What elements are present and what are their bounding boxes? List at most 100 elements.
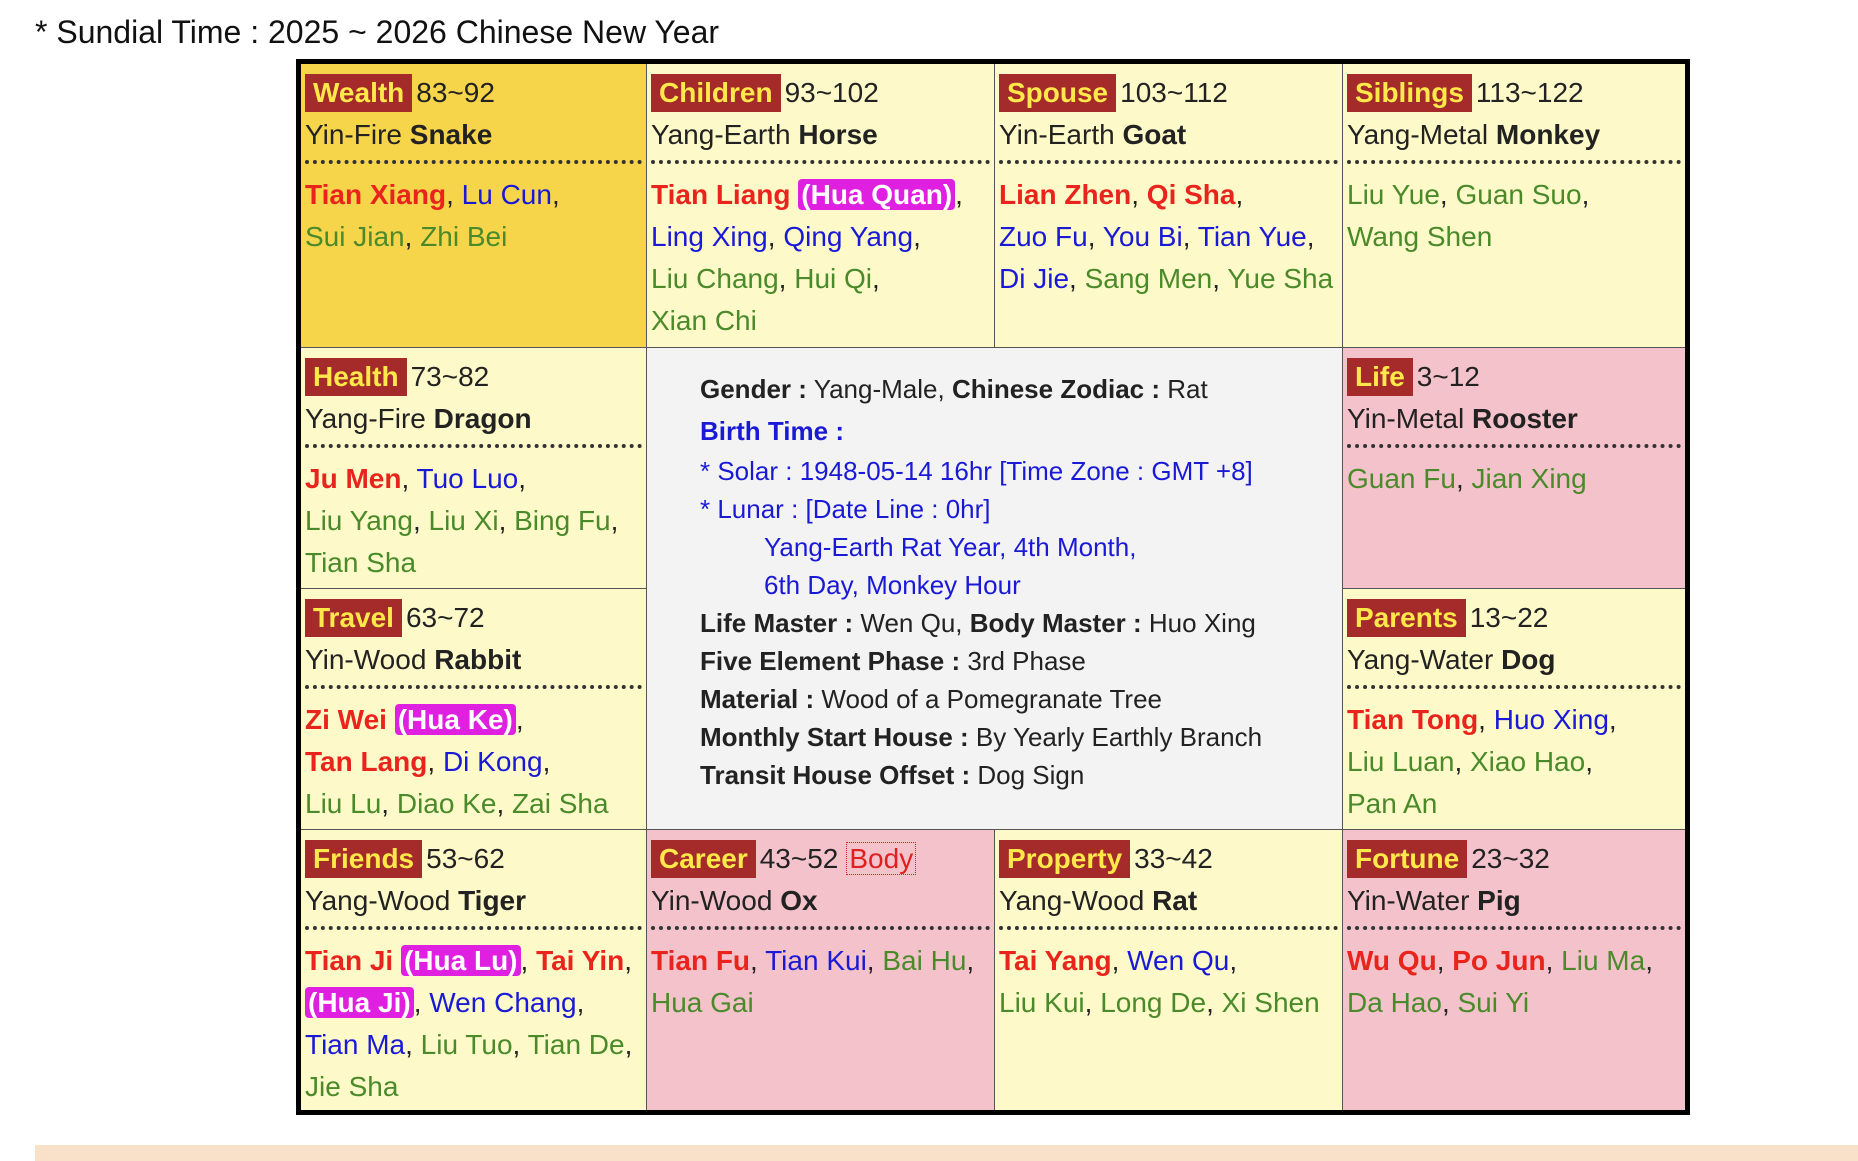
branch-animal: Tiger <box>458 885 527 916</box>
star-name: Wu Qu <box>1347 945 1437 976</box>
star-separator: , <box>413 987 430 1018</box>
branch-element: Yang-Wood <box>999 885 1145 916</box>
palace-name-tag: Fortune <box>1347 840 1468 878</box>
branch-animal: Horse <box>798 119 878 150</box>
palace-branch: Yang-Wood Tiger <box>305 880 642 922</box>
star-name: Yue Sha <box>1227 263 1334 294</box>
solar-date: * Solar : 1948-05-14 16hr [Time Zone : G… <box>700 456 1253 486</box>
palace-divider <box>305 685 642 689</box>
zodiac-value: Rat <box>1167 374 1208 404</box>
transformation-badge: (Hua Ke) <box>394 704 516 735</box>
star-name: Po Jun <box>1452 945 1546 976</box>
palace-health: Health 73~82 Yang-Fire Dragon Ju Men, Tuo L… <box>301 348 647 589</box>
material-label: Material : <box>700 684 815 714</box>
star-separator: , <box>1235 179 1244 210</box>
branch-animal: Rooster <box>1472 403 1578 434</box>
star-list: Tian Liang (Hua Quan), Ling Xing, Qing Ya… <box>651 174 990 342</box>
body-palace-tag: Body <box>846 842 917 875</box>
star-separator: , <box>1454 746 1470 777</box>
branch-animal: Rat <box>1152 885 1198 916</box>
star-separator: , <box>913 221 921 252</box>
star-separator: , <box>1436 945 1453 976</box>
star-separator: , <box>1087 221 1103 252</box>
star-name: Tai Yin <box>536 945 625 976</box>
star-name: Hui Qi <box>794 263 873 294</box>
star-name: Hua Gai <box>651 987 754 1018</box>
palace-age-range: 83~92 <box>416 77 495 108</box>
five-element-label: Five Element Phase : <box>700 646 961 676</box>
star-separator: , <box>542 746 551 777</box>
star-name: Tian Ji <box>305 945 394 976</box>
ziwei-chart: Wealth 83~92 Yin-Fire Snake Tian Xiang, Lu … <box>296 59 1690 1115</box>
branch-animal: Dragon <box>433 403 532 434</box>
palace-name-tag: Children <box>651 74 781 112</box>
palace-children: Children 93~102 Yang-Earth Horse Tian Liang… <box>647 64 995 348</box>
star-separator: , <box>1545 945 1562 976</box>
star-name: Liu Ma <box>1561 945 1646 976</box>
star-name: Tian Liang <box>651 179 791 210</box>
gender-value: Yang-Male, <box>813 374 945 404</box>
star-separator: , <box>872 263 880 294</box>
star-separator: , <box>404 221 421 252</box>
palace-age-range: 13~22 <box>1469 602 1549 633</box>
palace-divider <box>305 926 642 930</box>
palace-name-tag: Health <box>305 358 407 396</box>
palace-divider <box>1347 444 1681 448</box>
star-name: Sui Yi <box>1457 987 1530 1018</box>
star-list: Ju Men, Tuo Luo, Liu Yang, Liu Xi, Bing F… <box>305 458 642 584</box>
branch-element: Yang-Earth <box>651 119 791 150</box>
star-separator: , <box>520 945 537 976</box>
material-value: Wood of a Pomegranate Tree <box>821 684 1163 714</box>
star-separator: , <box>610 505 619 536</box>
star-name: You Bi <box>1102 221 1183 252</box>
palace-branch: Yin-Earth Goat <box>999 114 1338 156</box>
star-name: Xiao Hao <box>1470 746 1586 777</box>
star-separator: , <box>498 505 515 536</box>
branch-element: Yang-Metal <box>1347 119 1489 150</box>
star-list: Tian Fu, Tian Kui, Bai Hu, Hua Gai <box>651 940 990 1024</box>
star-name: Liu Yue <box>1347 179 1440 210</box>
lunar-date-line1: Yang-Earth Rat Year, 4th Month, <box>764 532 1137 562</box>
star-separator: , <box>518 463 527 494</box>
star-name: Ling Xing <box>651 221 768 252</box>
branch-element: Yin-Wood <box>305 644 427 675</box>
five-element-value: 3rd Phase <box>967 646 1086 676</box>
branch-element: Yang-Wood <box>305 885 451 916</box>
star-separator: , <box>1131 179 1147 210</box>
star-separator: , <box>955 179 963 210</box>
star-name: Tai Yang <box>999 945 1112 976</box>
star-name: Wang Shen <box>1347 221 1493 252</box>
palace-travel: Travel 63~72 Yin-Wood Rabbit Zi Wei (Hua Ke… <box>301 589 647 830</box>
branch-animal: Rabbit <box>434 644 522 675</box>
branch-animal: Snake <box>409 119 493 150</box>
branch-animal: Monkey <box>1495 119 1601 150</box>
palace-wealth: Wealth 83~92 Yin-Fire Snake Tian Xiang, Lu … <box>301 64 647 348</box>
star-name: Long De <box>1100 987 1207 1018</box>
star-separator: , <box>1206 987 1222 1018</box>
palace-divider <box>1347 160 1681 164</box>
monthly-start-value: By Yearly Earthly Branch <box>975 722 1263 752</box>
star-separator: , <box>401 463 417 494</box>
transit-value: Dog Sign <box>977 760 1085 790</box>
palace-age-range: 103~112 <box>1120 77 1228 108</box>
star-name: Tian Ma <box>305 1029 406 1060</box>
palace-fortune: Fortune 23~32 Yin-Water Pig Wu Qu, Po Jun, … <box>1343 830 1685 1110</box>
palace-header: Travel 63~72 <box>305 597 642 639</box>
footer-band <box>35 1145 1858 1161</box>
star-name: Tuo Luo <box>416 463 519 494</box>
star-name: Xi Shen <box>1221 987 1320 1018</box>
star-separator: , <box>1441 987 1458 1018</box>
star-name: Xian Chi <box>651 305 757 336</box>
star-name: Bai Hu <box>882 945 967 976</box>
star-name: Tan Lang <box>305 746 428 777</box>
lunar-date-line2: 6th Day, Monkey Hour <box>764 570 1021 600</box>
branch-element: Yin-Wood <box>651 885 773 916</box>
branch-animal: Goat <box>1122 119 1187 150</box>
palace-header: Children 93~102 <box>651 72 990 114</box>
body-master-label: Body Master : <box>969 608 1142 638</box>
star-name: Sui Jian <box>305 221 405 252</box>
star-separator: , <box>1608 704 1617 735</box>
branch-element: Yin-Metal <box>1347 403 1465 434</box>
palace-divider <box>305 160 642 164</box>
transit-line: Transit House Offset : Dog Sign <box>700 756 1342 794</box>
